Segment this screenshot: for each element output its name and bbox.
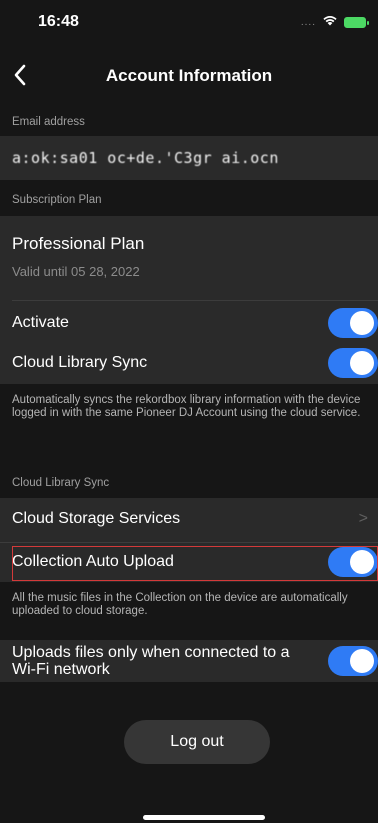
- cloud-storage-services-row[interactable]: Cloud Storage Services >: [0, 502, 378, 536]
- page-title: Account Information: [105, 66, 273, 85]
- cloud-storage-services-label: Cloud Storage Services: [12, 510, 181, 527]
- status-icons: ....: [300, 13, 369, 31]
- cloud-library-sync-toggle[interactable]: [328, 348, 378, 378]
- collection-auto-upload-row: Collection Auto Upload: [0, 545, 378, 579]
- battery-charging-icon: [344, 16, 369, 28]
- signal-icon: ....: [300, 16, 316, 28]
- wifi-only-label: Uploads files only when connected to a W…: [12, 644, 290, 678]
- plan-info: Professional Plan Valid until 05 28, 202…: [0, 234, 378, 294]
- status-time: 16:48: [38, 13, 79, 30]
- plan-name: Professional Plan: [12, 234, 145, 253]
- toggle-knob: [350, 311, 374, 335]
- email-value: a:ok:sa01 oc+de.'C3gr ai.ocn: [12, 149, 279, 167]
- subscription-section-header: Subscription Plan: [0, 186, 378, 214]
- auto-upload-footnote: All the music files in the Collection on…: [12, 592, 348, 617]
- cloud-sync-footnote: Automatically syncs the rekordbox librar…: [12, 394, 361, 419]
- chevron-left-icon: [14, 64, 26, 86]
- wifi-only-cell: Uploads files only when connected to a W…: [0, 640, 378, 682]
- cloud-cell: Cloud Storage Services > Collection Auto…: [0, 498, 378, 582]
- toggle-knob: [350, 649, 374, 673]
- status-bar: 16:48 ....: [0, 0, 378, 44]
- cloud-section-header: Cloud Library Sync: [0, 470, 378, 496]
- cloud-library-sync-row: Cloud Library Sync: [0, 346, 378, 380]
- activate-row: Activate: [0, 306, 378, 340]
- activate-toggle[interactable]: [328, 308, 378, 338]
- email-section-header: Email address: [0, 108, 378, 136]
- activate-label: Activate: [12, 314, 69, 331]
- plan-valid-until: Valid until 05 28, 2022: [12, 264, 140, 279]
- divider: [0, 542, 378, 543]
- nav-bar: Account Information: [0, 55, 378, 97]
- email-cell: a:ok:sa01 oc+de.'C3gr ai.ocn: [0, 136, 378, 180]
- wifi-only-row: Uploads files only when connected to a W…: [0, 640, 378, 682]
- collection-auto-upload-toggle[interactable]: [328, 547, 378, 577]
- collection-auto-upload-label: Collection Auto Upload: [12, 553, 174, 570]
- wifi-icon: [322, 13, 338, 31]
- divider: [12, 300, 378, 301]
- toggle-knob: [350, 550, 374, 574]
- subscription-cell: Professional Plan Valid until 05 28, 202…: [0, 216, 378, 384]
- home-indicator: [143, 815, 265, 820]
- toggle-knob: [350, 351, 374, 375]
- back-button[interactable]: [4, 59, 36, 91]
- cloud-library-sync-label: Cloud Library Sync: [12, 354, 148, 371]
- wifi-only-toggle[interactable]: [328, 646, 378, 676]
- chevron-right-icon: >: [358, 510, 368, 527]
- logout-button[interactable]: Log out: [124, 720, 270, 764]
